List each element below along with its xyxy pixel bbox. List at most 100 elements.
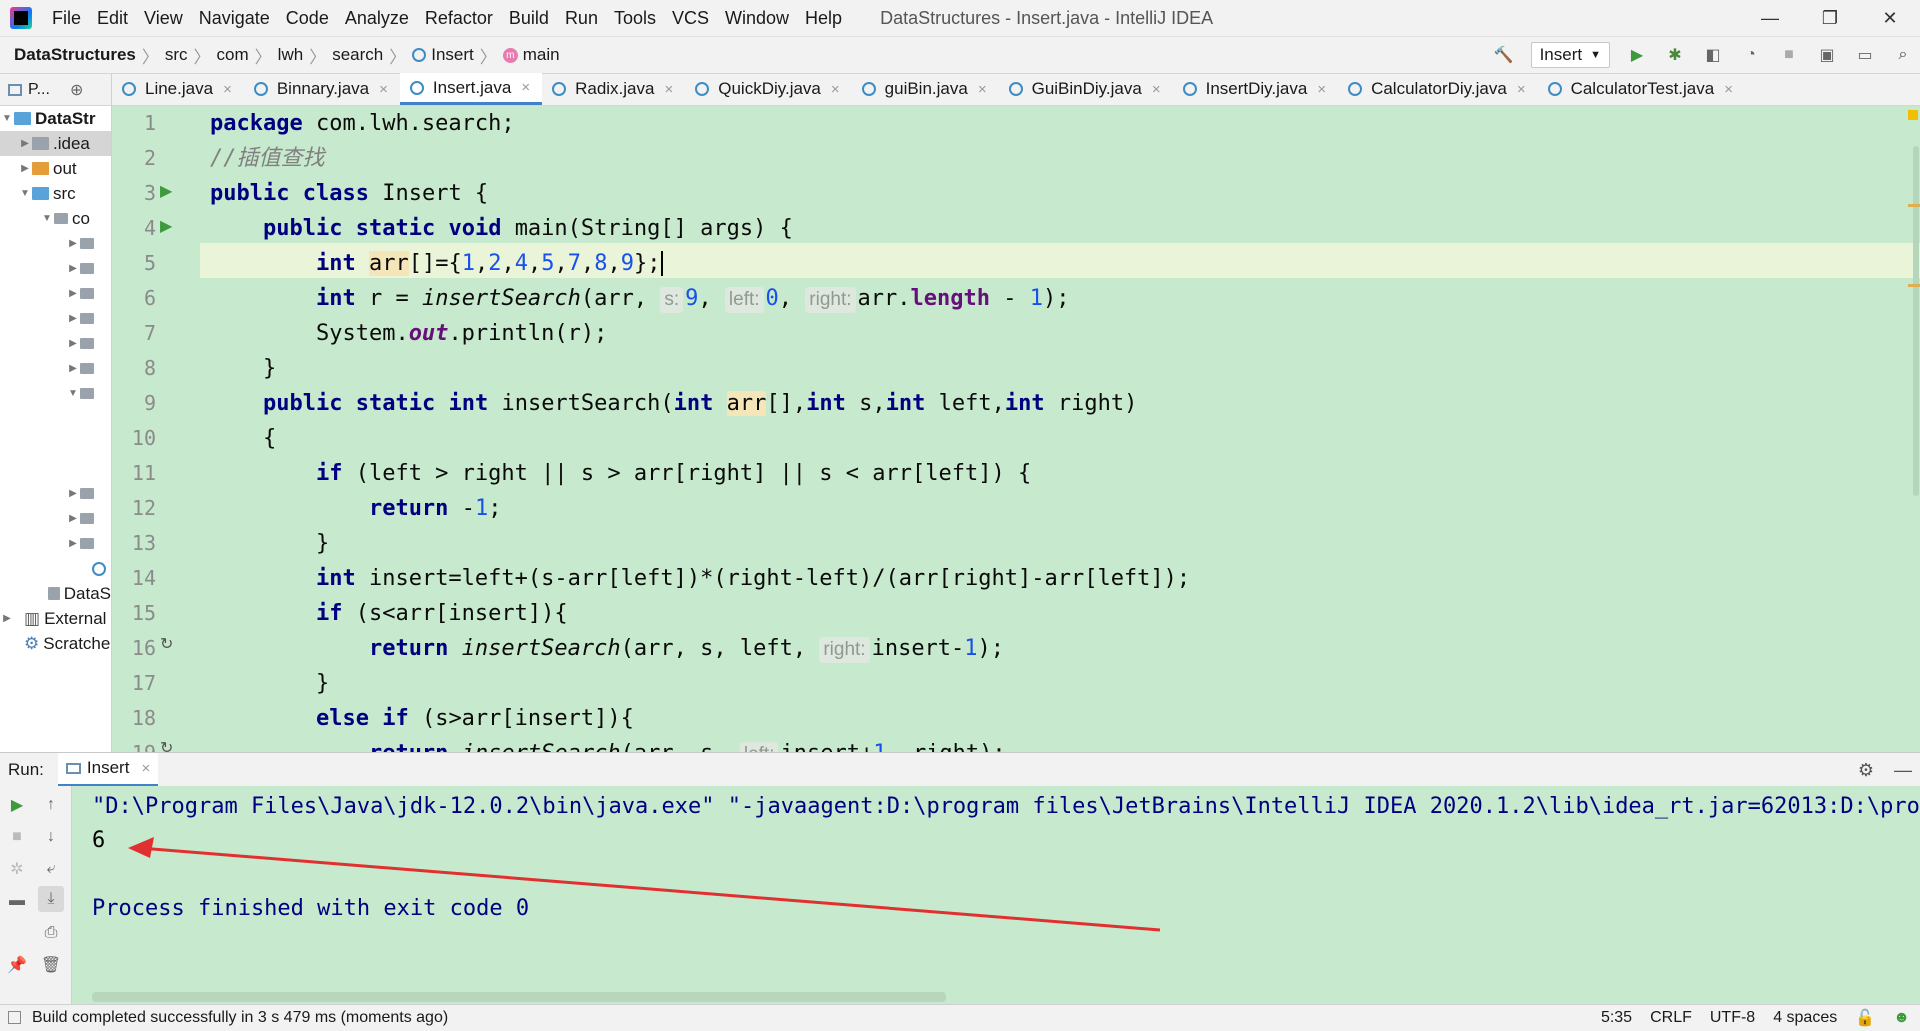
tree-item-iml[interactable]: DataS [0, 581, 111, 606]
line-separator[interactable]: CRLF [1650, 1009, 1692, 1027]
run-console[interactable]: "D:\Program Files\Java\jdk-12.0.2\bin\ja… [72, 786, 1920, 1004]
close-icon[interactable]: × [664, 81, 673, 98]
pin-disabled-icon[interactable]: ✲ [4, 856, 30, 882]
menu-analyze[interactable]: Analyze [337, 0, 417, 36]
tab-calculatortest-java[interactable]: CalculatorTest.java × [1538, 73, 1745, 105]
stop-icon[interactable]: ■ [1778, 44, 1800, 66]
arrow-up-icon[interactable]: ↑ [38, 792, 64, 818]
breadcrumb-com[interactable]: com [213, 45, 253, 65]
breadcrumb-lwh[interactable]: lwh [274, 45, 308, 65]
tree-item-idea[interactable]: ▶ .idea [0, 131, 111, 156]
tab-insertdiy-java[interactable]: InsertDiy.java × [1173, 73, 1338, 105]
tree-item-package[interactable]: ▶ [0, 506, 111, 531]
scroll-thumb[interactable] [1913, 146, 1919, 496]
breadcrumb-root[interactable]: DataStructures [0, 45, 140, 65]
window-layout-icon[interactable]: ▭ [1854, 44, 1876, 66]
indent-setting[interactable]: 4 spaces [1773, 1009, 1837, 1027]
status-panel-icon[interactable] [8, 1011, 21, 1024]
breadcrumb-search[interactable]: search [328, 45, 387, 65]
tree-item-root[interactable]: ▼ DataStr [0, 106, 111, 131]
tree-item-package[interactable]: ▶ [0, 256, 111, 281]
close-icon[interactable]: × [1317, 81, 1326, 98]
tab-quickdiy-java[interactable]: QuickDiy.java × [685, 73, 851, 105]
tree-item-package[interactable]: ▼ [0, 381, 111, 406]
menu-navigate[interactable]: Navigate [191, 0, 278, 36]
run-gutter-icon[interactable]: ▶ [160, 181, 172, 201]
inspector-icon[interactable]: ☻ [1893, 1009, 1910, 1027]
tab-insert-java[interactable]: Insert.java × [399, 73, 543, 105]
close-icon[interactable]: × [1152, 81, 1161, 98]
editor-scrollbar[interactable] [1906, 106, 1920, 752]
tree-item-package[interactable]: ▶ [0, 306, 111, 331]
close-icon[interactable]: × [223, 81, 232, 98]
menu-run[interactable]: Run [557, 0, 606, 36]
hide-panel-icon[interactable]: — [1894, 760, 1912, 781]
restore-button[interactable]: ❐ [1800, 0, 1860, 36]
close-icon[interactable]: × [1517, 81, 1526, 98]
scroll-to-end-icon[interactable]: ⤓ [38, 886, 64, 912]
build-hammer-icon[interactable]: 🔨 [1493, 44, 1515, 66]
layout-icon[interactable]: ▬ [4, 888, 30, 914]
tree-item-package[interactable]: ▶ [0, 331, 111, 356]
close-icon[interactable]: × [1724, 81, 1733, 98]
tab-guibin-java[interactable]: guiBin.java × [852, 73, 999, 105]
menu-vcs[interactable]: VCS [664, 0, 717, 36]
tree-item-package[interactable]: ▶ [0, 281, 111, 306]
menu-build[interactable]: Build [501, 0, 557, 36]
run-gutter-icon[interactable]: ▶ [160, 216, 172, 236]
close-icon[interactable]: × [521, 79, 530, 96]
trash-icon[interactable]: 🗑 [38, 952, 64, 978]
menu-code[interactable]: Code [278, 0, 337, 36]
tree-item-com[interactable]: ▼ co [0, 206, 111, 231]
pin-icon[interactable]: 📌 [4, 952, 30, 978]
project-view-select[interactable]: P... [28, 81, 50, 99]
menu-refactor[interactable]: Refactor [417, 0, 501, 36]
tab-calculatordiy-java[interactable]: CalculatorDiy.java × [1338, 73, 1538, 105]
debug-icon[interactable]: ✱ [1664, 44, 1686, 66]
breadcrumb-main[interactable]: m main [499, 45, 564, 65]
menu-edit[interactable]: Edit [89, 0, 136, 36]
breadcrumb-insert[interactable]: Insert [408, 45, 478, 65]
locate-icon[interactable]: ⊕ [70, 80, 83, 100]
soft-wrap-icon[interactable]: ⤶ [38, 856, 64, 882]
code-editor[interactable]: package com.lwh.search; //插值查找 public cl… [200, 106, 1920, 752]
editor-gutter[interactable]: 1 2 3 4 5 6 7 8 9 10 11 12 13 14 15 16 1… [112, 106, 200, 765]
stop-icon[interactable]: ■ [4, 824, 30, 850]
caret-position[interactable]: 5:35 [1601, 1009, 1632, 1027]
menu-help[interactable]: Help [797, 0, 850, 36]
tree-item-external-libraries[interactable]: ▶ ▥ External [0, 606, 111, 631]
project-structure-icon[interactable]: ▣ [1816, 44, 1838, 66]
tree-item-package[interactable]: ▶ [0, 356, 111, 381]
close-window-button[interactable]: ✕ [1860, 0, 1920, 36]
status-message[interactable]: Build completed successfully in 3 s 479 … [0, 1009, 448, 1027]
coverage-icon[interactable]: ◧ [1702, 44, 1724, 66]
search-icon[interactable]: ⌕ [1892, 44, 1914, 66]
menu-tools[interactable]: Tools [606, 0, 664, 36]
arrow-down-icon[interactable]: ↓ [38, 824, 64, 850]
print-icon[interactable]: ⎙ [38, 920, 64, 946]
tree-item-package[interactable]: ▶ [0, 231, 111, 256]
profile-icon[interactable]: ◔ [1740, 44, 1762, 66]
tree-item-package[interactable]: ▶ [0, 481, 111, 506]
lock-icon[interactable]: 🔓 [1855, 1008, 1875, 1028]
tab-radix-java[interactable]: Radix.java × [542, 73, 685, 105]
minimize-button[interactable]: — [1740, 0, 1800, 36]
menu-window[interactable]: Window [717, 0, 797, 36]
tab-binnary-java[interactable]: Binnary.java × [244, 73, 400, 105]
tree-item-class[interactable] [0, 556, 111, 581]
file-encoding[interactable]: UTF-8 [1710, 1009, 1755, 1027]
close-icon[interactable]: × [141, 760, 150, 777]
run-tab-insert[interactable]: Insert × [57, 752, 159, 787]
rerun-icon[interactable]: ▶ [4, 792, 30, 818]
tab-guibindiy-java[interactable]: GuiBinDiy.java × [999, 73, 1173, 105]
breadcrumb-src[interactable]: src [161, 45, 192, 65]
tree-item-scratches[interactable]: ⚙ Scratche [0, 631, 111, 656]
close-icon[interactable]: × [831, 81, 840, 98]
tree-item-src[interactable]: ▼ src [0, 181, 111, 206]
menu-file[interactable]: File [44, 0, 89, 36]
gear-icon[interactable]: ⚙ [1858, 760, 1874, 781]
menu-view[interactable]: View [136, 0, 191, 36]
run-config-select[interactable]: Insert ▼ [1530, 42, 1610, 68]
close-icon[interactable]: × [978, 81, 987, 98]
tree-item-out[interactable]: ▶ out [0, 156, 111, 181]
